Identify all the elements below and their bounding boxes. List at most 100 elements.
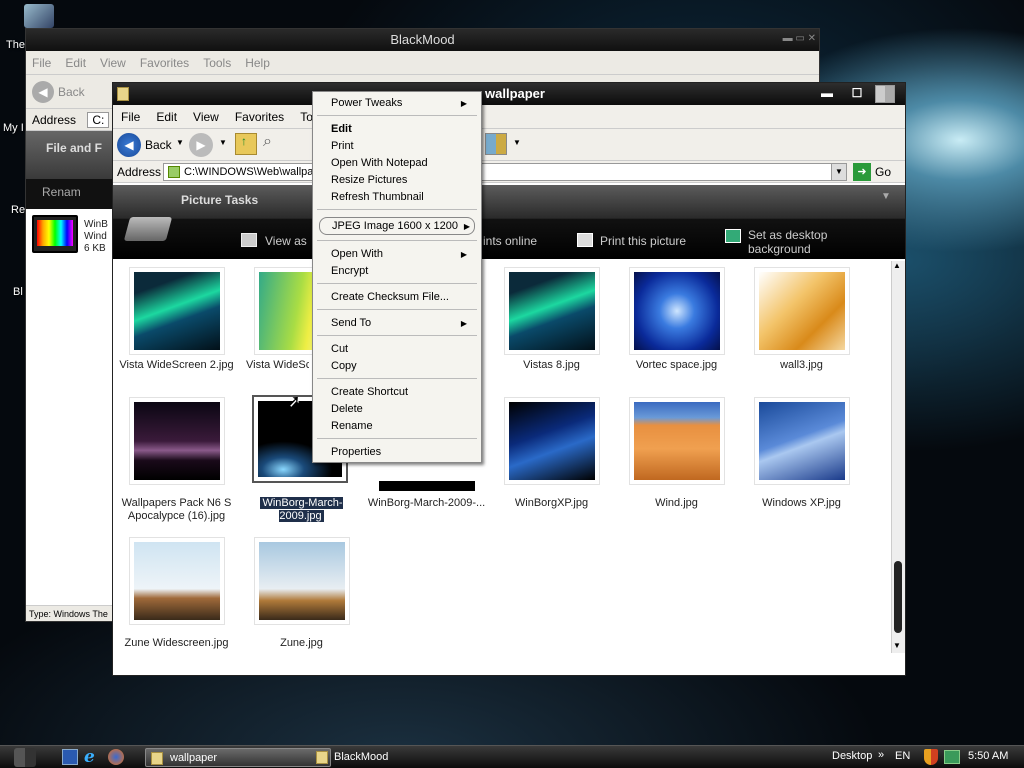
thumbnail[interactable] (129, 267, 225, 355)
toolbar-chevron[interactable]: » (878, 749, 884, 761)
file-label[interactable]: Wind.jpg (614, 497, 739, 510)
forward-dropdown-icon[interactable]: ▼ (219, 138, 227, 147)
set-desktop-background-task-line2[interactable]: background (748, 242, 811, 256)
back-button-label[interactable]: Back (58, 85, 85, 99)
show-desktop-icon[interactable] (62, 749, 78, 765)
menu-item-open-with[interactable]: Open With ▶ (331, 246, 471, 263)
blackmood-window-buttons[interactable]: ▬ ▭ ✕ (734, 31, 816, 47)
thumbnail[interactable] (629, 267, 725, 355)
menu-item-power-tweaks[interactable]: Power Tweaks ▶ (331, 95, 471, 112)
menu-view[interactable]: View (100, 56, 126, 70)
menu-item-cut[interactable]: Cut (331, 341, 471, 358)
printer-icon[interactable] (577, 233, 593, 247)
back-arrow-icon[interactable]: ◀ (117, 133, 141, 157)
menu-favorites[interactable]: Favorites (140, 56, 189, 70)
menu-item-copy[interactable]: Copy (331, 358, 471, 375)
menu-item-print[interactable]: Print (331, 138, 471, 155)
taskbar-button-wallpaper[interactable]: wallpaper (145, 748, 331, 767)
picture-tasks-header[interactable]: Picture Tasks (181, 193, 258, 207)
thumbnail[interactable] (129, 397, 225, 485)
go-arrow-icon[interactable]: ➜ (853, 163, 871, 181)
rename-task[interactable]: Renam (26, 179, 112, 209)
back-button-label[interactable]: Back (145, 138, 172, 152)
file-label[interactable]: Windows XP.jpg (739, 497, 864, 510)
views-dropdown-icon[interactable]: ▼ (513, 138, 521, 147)
file-label[interactable]: Wallpapers Pack N6 S Apocalypce (16).jpg (114, 497, 239, 523)
desktop-icon-label-1[interactable]: The (6, 39, 25, 51)
internet-explorer-icon[interactable]: e (84, 748, 95, 767)
menu-item-image-info[interactable]: JPEG Image 1600 x 1200 ▶ (319, 217, 475, 235)
order-prints-online-task[interactable]: ints online (483, 234, 537, 248)
clock[interactable]: 5:50 AM (968, 750, 1008, 762)
view-as-slideshow-task[interactable]: View as (265, 234, 307, 248)
file-label-selected[interactable]: WinBorg-March-2009.jpg (239, 497, 364, 523)
menu-view[interactable]: View (193, 110, 219, 124)
go-button[interactable]: Go (875, 165, 891, 179)
menu-file[interactable]: File (32, 56, 51, 70)
thumbnail[interactable] (129, 537, 225, 625)
scroll-up-icon[interactable]: ▲ (893, 261, 901, 270)
file-label[interactable]: Vistas 8.jpg (489, 359, 614, 372)
desktop-icon-label-4[interactable]: Bl (13, 286, 23, 298)
menu-item-properties[interactable]: Properties (331, 444, 471, 461)
minimize-button[interactable]: ▬ (817, 85, 837, 102)
menu-item-create-checksum[interactable]: Create Checksum File... (331, 289, 471, 306)
file-label[interactable]: wall3.jpg (739, 359, 864, 372)
desktop-icon-label-2[interactable]: My I (3, 122, 24, 134)
menu-item-encrypt[interactable]: Encrypt (331, 263, 471, 280)
scroll-down-icon[interactable]: ▼ (893, 641, 901, 650)
thumbnail[interactable] (254, 537, 350, 625)
up-folder-icon[interactable]: ↑ (235, 133, 257, 155)
menu-item-create-shortcut[interactable]: Create Shortcut (331, 384, 471, 401)
file-label[interactable]: WinBorgXP.jpg (489, 497, 614, 510)
menu-item-refresh-thumbnail[interactable]: Refresh Thumbnail (331, 189, 471, 206)
menu-tools[interactable]: Tools (203, 56, 231, 70)
firefox-icon[interactable] (108, 749, 124, 765)
desktop-icon-top[interactable] (24, 4, 54, 28)
menu-item-open-with-notepad[interactable]: Open With Notepad (331, 155, 471, 172)
menu-help[interactable]: Help (245, 56, 270, 70)
maximize-button[interactable]: ☐ (847, 85, 867, 102)
address-dropdown-icon[interactable]: ▼ (831, 164, 846, 180)
set-desktop-background-task-line1[interactable]: Set as desktop (748, 228, 827, 242)
thumbnail[interactable] (504, 397, 600, 485)
file-label[interactable]: Vortec space.jpg (614, 359, 739, 372)
start-button[interactable] (14, 748, 36, 767)
file-folder-tasks-header[interactable]: File and F (26, 131, 112, 179)
menu-item-send-to[interactable]: Send To ▶ (331, 315, 471, 332)
file-label[interactable]: Zune Widescreen.jpg (114, 637, 239, 650)
menu-item-delete[interactable]: Delete (331, 401, 471, 418)
selected-file-name[interactable]: WinBorg-March-2009.jpg (260, 497, 343, 522)
network-icon[interactable] (944, 750, 960, 764)
language-indicator[interactable]: EN (895, 750, 910, 762)
address-input[interactable]: C: (87, 112, 110, 128)
menu-item-edit[interactable]: Edit (331, 121, 471, 138)
thumbnail[interactable] (754, 397, 850, 485)
desktop-icon-label-3[interactable]: Re (11, 204, 25, 216)
thumbnail[interactable] (504, 267, 600, 355)
search-icon[interactable]: ⌕ (263, 133, 283, 155)
file-label[interactable]: WinBorg-March-2009-... (364, 497, 489, 510)
print-picture-task[interactable]: Print this picture (600, 234, 686, 248)
file-label[interactable]: Zune.jpg (239, 637, 364, 650)
slideshow-icon[interactable] (241, 233, 257, 247)
thumbnail[interactable] (754, 267, 850, 355)
blackmood-titlebar[interactable]: BlackMood (26, 29, 819, 51)
menu-file[interactable]: File (121, 110, 140, 124)
forward-arrow-icon[interactable]: ▶ (189, 133, 213, 157)
thumbnail[interactable] (629, 397, 725, 485)
vertical-scrollbar[interactable]: ▲ ▼ (891, 261, 905, 653)
wallpaper-titlebar[interactable]: wallpaper ▬ ☐ ✕ (113, 83, 905, 105)
menu-favorites[interactable]: Favorites (235, 110, 284, 124)
menu-edit[interactable]: Edit (156, 110, 177, 124)
views-icon[interactable] (485, 133, 507, 155)
file-label[interactable]: Vista WideScreen 2.jpg (114, 359, 239, 372)
file-label[interactable]: Vista WideScr (239, 359, 309, 372)
back-dropdown-icon[interactable]: ▼ (176, 138, 184, 147)
desktop-toolbar-label[interactable]: Desktop (832, 750, 872, 762)
taskbar-button-blackmood[interactable]: BlackMood (312, 748, 462, 767)
menu-item-rename[interactable]: Rename (331, 418, 471, 435)
scroll-thumb[interactable] (894, 561, 902, 633)
collapse-chevron-icon[interactable]: ▼ (881, 191, 891, 202)
menu-edit[interactable]: Edit (65, 56, 86, 70)
